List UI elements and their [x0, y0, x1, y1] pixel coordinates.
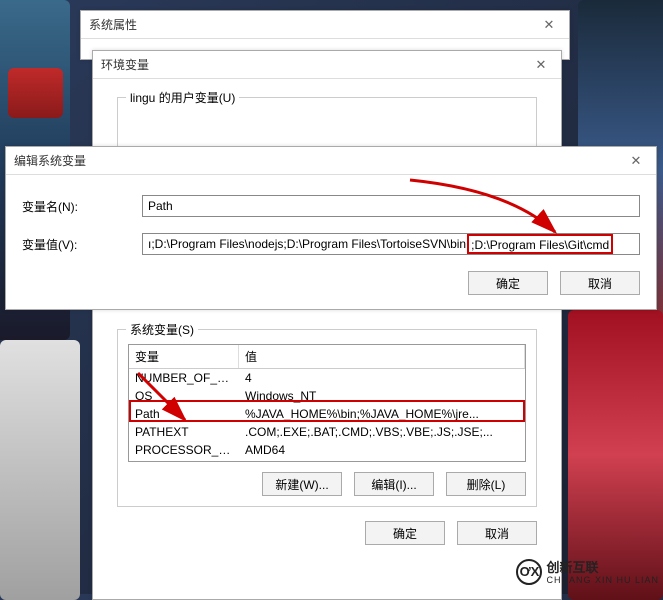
col-value-header[interactable]: 值: [239, 345, 525, 368]
value-prefix-text: ı;D:\Program Files\nodejs;D:\Program Fil…: [148, 237, 466, 251]
close-icon[interactable]: ✕: [537, 15, 561, 35]
edit-title: 编辑系统变量: [14, 152, 86, 169]
user-group-label: lingu 的用户变量(U): [126, 89, 239, 106]
value-appended-highlight: ;D:\Program Files\Git\cmd: [467, 234, 613, 254]
sysprops-title: 系统属性: [89, 16, 137, 33]
variable-value-input[interactable]: ı;D:\Program Files\nodejs;D:\Program Fil…: [142, 233, 640, 255]
environment-variables-dialog: 环境变量 ✕ lingu 的用户变量(U) 系统变量(S) 变量 值 NUMBE…: [92, 50, 562, 600]
edit-system-variable-dialog: 编辑系统变量 ✕ 变量名(N): 变量值(V): ı;D:\Program Fi…: [5, 146, 657, 310]
variable-name-row: 变量名(N):: [22, 195, 640, 217]
table-header: 变量 值: [129, 345, 525, 369]
edit-titlebar[interactable]: 编辑系统变量 ✕: [6, 147, 656, 175]
close-icon[interactable]: ✕: [624, 151, 648, 171]
edit-button-row: 确定 取消: [22, 271, 640, 295]
watermark-sub: CHUANG XIN HU LIAN: [546, 576, 659, 586]
sysprops-titlebar[interactable]: 系统属性 ✕: [81, 11, 569, 39]
table-row[interactable]: PROCESSOR_AR... AMD64: [129, 441, 525, 459]
envvars-title: 环境变量: [101, 56, 149, 73]
ok-button[interactable]: 确定: [365, 521, 445, 545]
watermark: ƠX 创新互联 CHUANG XIN HU LIAN: [516, 557, 659, 586]
variable-value-label: 变量值(V):: [22, 236, 142, 253]
watermark-logo-icon: ƠX: [516, 559, 542, 585]
table-row[interactable]: OS Windows_NT: [129, 387, 525, 405]
delete-button[interactable]: 删除(L): [446, 472, 526, 496]
close-icon[interactable]: ✕: [529, 55, 553, 75]
table-row[interactable]: NUMBER_OF_PR... 4: [129, 369, 525, 387]
watermark-brand: 创新互联: [546, 557, 659, 576]
cancel-button[interactable]: 取消: [560, 271, 640, 295]
variable-name-label: 变量名(N):: [22, 198, 142, 215]
table-row[interactable]: PATHEXT .COM;.EXE;.BAT;.CMD;.VBS;.VBE;.J…: [129, 423, 525, 441]
system-variables-table[interactable]: 变量 值 NUMBER_OF_PR... 4 OS Windows_NT Pat…: [128, 344, 526, 462]
variable-value-row: 变量值(V): ı;D:\Program Files\nodejs;D:\Pro…: [22, 233, 640, 255]
col-name-header[interactable]: 变量: [129, 345, 239, 368]
sys-group-label: 系统变量(S): [126, 321, 198, 338]
sysvar-button-row: 新建(W)... 编辑(I)... 删除(L): [128, 472, 526, 496]
edit-button[interactable]: 编辑(I)...: [354, 472, 434, 496]
new-button[interactable]: 新建(W)...: [262, 472, 342, 496]
ok-button[interactable]: 确定: [468, 271, 548, 295]
table-row-path[interactable]: Path %JAVA_HOME%\bin;%JAVA_HOME%\jre...: [129, 405, 525, 423]
variable-name-input[interactable]: [142, 195, 640, 217]
cancel-button[interactable]: 取消: [457, 521, 537, 545]
dialog-button-row: 确定 取消: [117, 521, 537, 545]
system-variables-group: 系统变量(S) 变量 值 NUMBER_OF_PR... 4 OS Window…: [117, 329, 537, 507]
envvars-titlebar[interactable]: 环境变量 ✕: [93, 51, 561, 79]
